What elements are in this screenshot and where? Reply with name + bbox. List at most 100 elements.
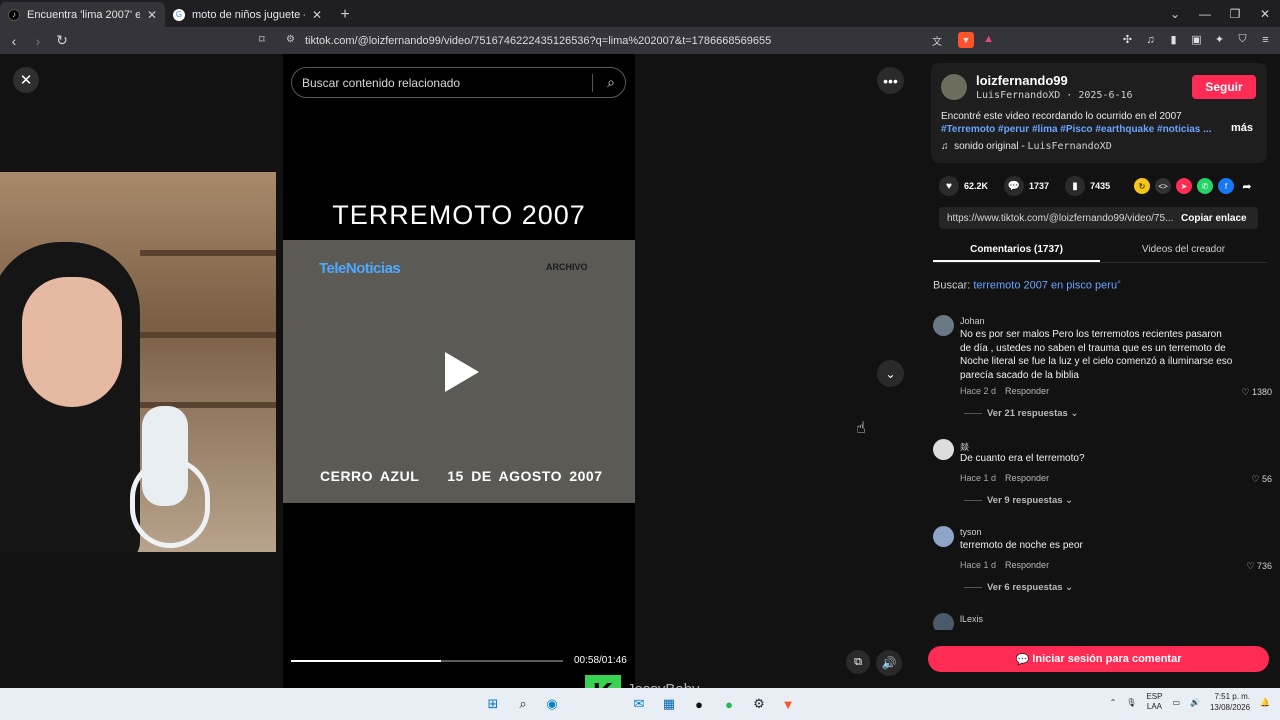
whatsapp-icon[interactable]: ✆ — [1197, 178, 1213, 194]
save-stat[interactable]: ▮ 7435 — [1065, 176, 1110, 196]
translate-icon[interactable]: 文 — [932, 33, 942, 48]
more-link[interactable]: más — [1231, 122, 1253, 134]
reply-button[interactable]: Responder — [1005, 560, 1049, 570]
comment-like[interactable]: ♡ 736 — [1246, 561, 1272, 572]
search-query[interactable]: terremoto 2007 en pisco peru — [973, 280, 1117, 292]
search-icon[interactable]: ⌕ — [514, 695, 532, 713]
comment-like[interactable]: ♡ 1380 — [1241, 387, 1272, 398]
store-icon[interactable]: ▦ — [660, 695, 678, 713]
author-username[interactable]: loizfernando99 — [976, 73, 1068, 88]
sidebar-icon[interactable]: ▮ — [1165, 31, 1182, 48]
search-icon[interactable]: ⌕ — [607, 74, 615, 91]
heart-icon[interactable]: ♥ — [939, 176, 959, 196]
share-icons: ↻ <> ➤ ✆ f ➦ — [1134, 178, 1255, 194]
chevron-up-icon[interactable]: ⌃ — [1110, 698, 1117, 707]
pip-button[interactable]: ⧉ — [846, 650, 870, 674]
search-suggestion[interactable]: Buscar: terremoto 2007 en pisco peru⌕ — [933, 279, 1121, 292]
video-player[interactable]: Buscar contenido relacionado ⌕ TERREMOTO… — [283, 54, 635, 688]
repost-icon[interactable]: ↻ — [1134, 178, 1150, 194]
reply-button[interactable]: Responder — [1005, 473, 1049, 483]
play-icon[interactable] — [445, 352, 479, 392]
tab-comments[interactable]: Comentarios (1737) — [933, 237, 1100, 262]
extensions-icon[interactable]: ✣ — [1119, 31, 1136, 48]
obs-icon[interactable]: ● — [690, 695, 708, 713]
minimize-icon[interactable]: — — [1190, 0, 1220, 27]
related-search-input[interactable]: Buscar contenido relacionado ⌕ — [291, 67, 626, 98]
tiktok-page: ✕ Buscar contenido relacionado ⌕ TERREMO… — [0, 54, 1280, 688]
avatar[interactable] — [933, 613, 954, 630]
site-info-icon[interactable]: ⚙ — [286, 34, 295, 45]
comment-author[interactable]: tyson — [960, 527, 982, 537]
menu-icon[interactable]: ≡ — [1257, 31, 1274, 48]
brave-rewards-icon[interactable]: ▲ — [983, 33, 994, 45]
hand-cursor-icon: ☝ — [856, 420, 866, 437]
forward-icon[interactable]: › — [28, 33, 48, 49]
steam-icon[interactable]: ⚙ — [750, 695, 768, 713]
comment-like[interactable]: ♡ 56 — [1251, 474, 1272, 485]
login-to-comment-button[interactable]: 💬 Iniciar sesión para comentar — [928, 646, 1269, 672]
send-icon[interactable]: ➤ — [1176, 178, 1192, 194]
reply-button[interactable]: Responder — [1005, 386, 1049, 396]
volume-icon[interactable]: 🔊 — [1190, 698, 1200, 707]
like-count: 62.2K — [964, 181, 989, 191]
brave-icon[interactable]: ▼ — [779, 695, 797, 713]
close-video-button[interactable]: ✕ — [13, 67, 39, 93]
outlook-icon[interactable]: ✉ — [630, 695, 648, 713]
facebook-icon[interactable]: f — [1218, 178, 1234, 194]
view-replies-button[interactable]: Ver 21 respuestas ⌄ — [964, 408, 1078, 419]
network-icon[interactable]: ▭ — [1172, 698, 1180, 707]
embed-icon[interactable]: <> — [1155, 178, 1171, 194]
back-icon[interactable]: ‹ — [4, 33, 24, 49]
notification-icon[interactable]: 🔔 — [1260, 698, 1270, 707]
google-favicon-icon: G — [173, 8, 185, 21]
next-video-button[interactable]: ⌄ — [877, 360, 904, 387]
view-replies-label: Ver 9 respuestas — [987, 495, 1063, 506]
bookmark-icon[interactable]: ▮ — [1065, 176, 1086, 196]
spotify-icon[interactable]: ● — [720, 695, 738, 713]
avatar[interactable] — [941, 74, 967, 100]
leo-ai-icon[interactable]: ✦ — [1211, 31, 1228, 48]
browser-tab-google[interactable]: G moto de niños juguete - Buscar co ✕ — [165, 2, 330, 27]
avatar[interactable] — [933, 526, 954, 547]
reload-icon[interactable]: ↻ — [52, 32, 72, 49]
comment-icon[interactable]: 💬 — [1004, 176, 1025, 196]
save-count: 7435 — [1090, 181, 1111, 191]
tab-creator-videos[interactable]: Videos del creador — [1100, 237, 1267, 262]
share-arrow-icon[interactable]: ➦ — [1239, 178, 1255, 194]
new-tab-button[interactable]: + — [330, 2, 360, 27]
copy-link-button[interactable]: Copiar enlace — [1181, 213, 1247, 224]
volume-button[interactable]: 🔊 — [876, 650, 902, 676]
hashtags[interactable]: #Terremoto #perur #lima #Pisco #earthqua… — [941, 124, 1211, 135]
video-frame[interactable]: TeleNoticias ARCHIVO CERRO AZUL 15 DE AGO… — [283, 240, 635, 503]
progress-bar[interactable] — [291, 660, 563, 662]
wallet-icon[interactable]: ▣ — [1188, 31, 1205, 48]
microphone — [142, 406, 188, 506]
comment-stat[interactable]: 💬 1737 — [1004, 176, 1049, 196]
like-stat[interactable]: ♥ 62.2K — [939, 176, 988, 196]
avatar[interactable] — [933, 315, 954, 336]
comment-author[interactable]: Johan — [960, 316, 985, 326]
clock[interactable]: 7:51 p. m. 13/08/2026 — [1210, 691, 1250, 713]
browser-tab-tiktok[interactable]: ♪ Encuentra 'lima 2007' en TikTok ✕ — [0, 2, 165, 27]
more-options-button[interactable]: ••• — [877, 67, 904, 94]
media-icon[interactable]: ♫ — [1142, 31, 1159, 48]
close-window-icon[interactable]: ✕ — [1250, 0, 1280, 27]
comment-author[interactable]: lLexis — [960, 614, 983, 624]
avatar[interactable] — [933, 439, 954, 460]
tab-list-icon[interactable]: ⌄ — [1160, 0, 1190, 27]
sound-link[interactable]: ♫ sonido original - LuisFernandoXD — [941, 141, 1112, 152]
close-tab-icon[interactable]: ✕ — [147, 8, 157, 22]
view-replies-button[interactable]: Ver 9 respuestas ⌄ — [964, 495, 1073, 506]
vpn-icon[interactable]: ⛉ — [1234, 31, 1251, 48]
microphone-icon[interactable]: 🎙 — [1126, 698, 1136, 707]
close-tab-icon[interactable]: ✕ — [312, 8, 322, 22]
brave-shields-icon[interactable]: ▼ — [958, 32, 974, 48]
windows-start-icon[interactable]: ⊞ — [484, 695, 502, 713]
address-bar[interactable]: ⚙ tiktok.com/@loizfernando99/video/75167… — [254, 29, 1000, 52]
language-indicator[interactable]: ESP LAA — [1146, 692, 1162, 712]
edge-icon[interactable]: ◉ — [543, 695, 561, 713]
restore-icon[interactable]: ❐ — [1220, 0, 1250, 27]
follow-button[interactable]: Seguir — [1192, 75, 1256, 99]
view-replies-button[interactable]: Ver 6 respuestas ⌄ — [964, 582, 1073, 593]
shelf — [140, 332, 276, 338]
